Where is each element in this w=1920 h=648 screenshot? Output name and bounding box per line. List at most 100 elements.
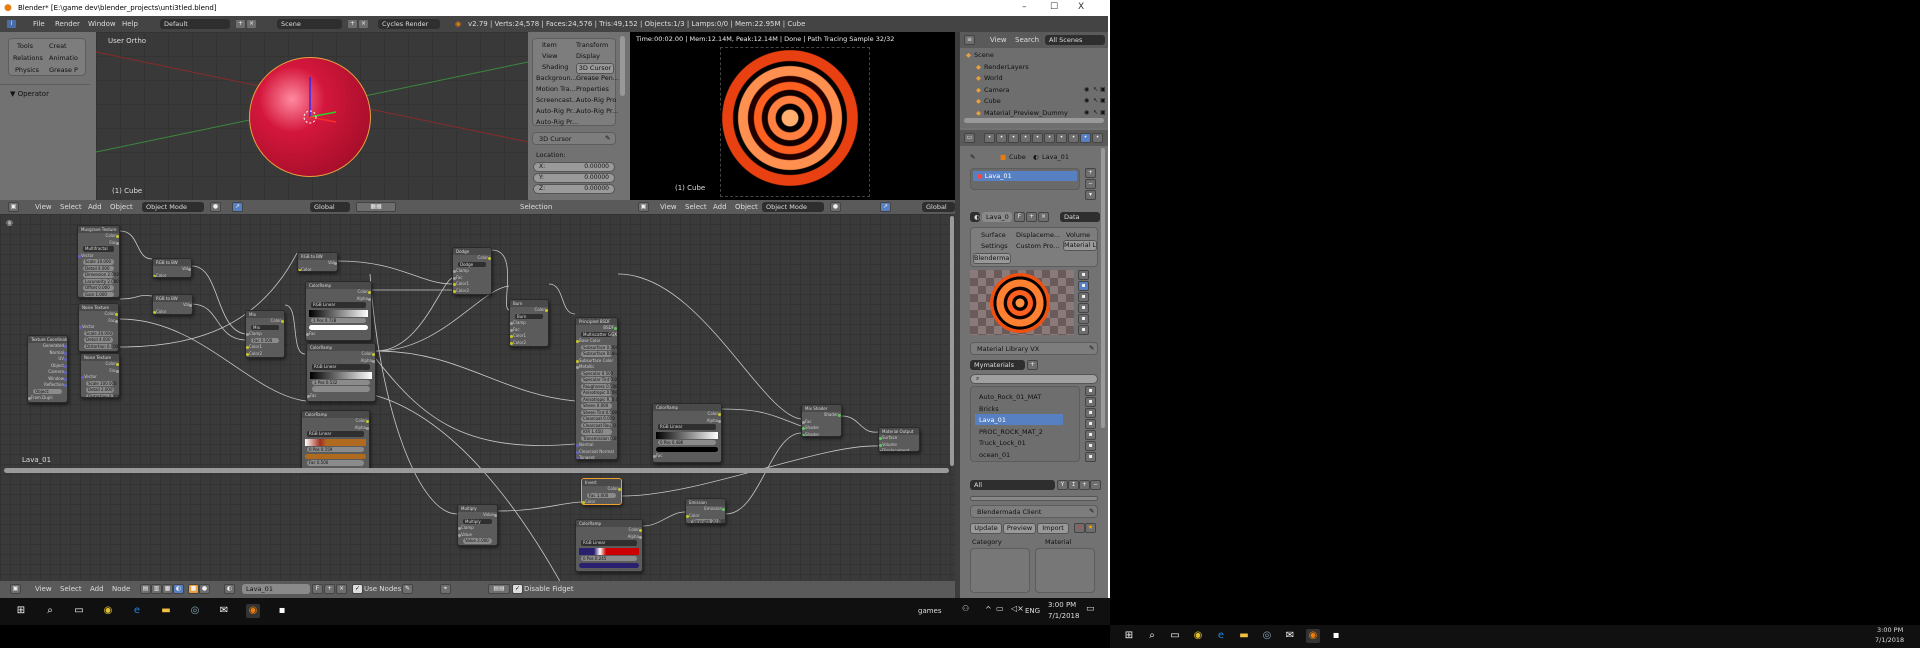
socket-dot[interactable] <box>802 427 805 430</box>
socket-dot[interactable] <box>246 333 249 336</box>
category-list[interactable] <box>970 548 1030 593</box>
material-nodes-icon[interactable]: ◐ <box>173 584 184 594</box>
start-icon[interactable]: ⊞ <box>14 604 28 618</box>
render-tab-icon[interactable]: • <box>984 133 995 143</box>
node-socket-row[interactable]: RGB Linear <box>653 424 721 431</box>
preview-button[interactable]: Preview <box>1003 523 1036 534</box>
socket-dot[interactable] <box>306 333 309 336</box>
search-input[interactable]: ⌕ <box>970 374 1098 384</box>
socket-dot[interactable] <box>722 508 725 511</box>
add-slot-icon[interactable]: + <box>1085 168 1096 178</box>
node-socket-row[interactable]: Distortion 0.000 <box>79 343 118 351</box>
use-nodes-checkbox[interactable]: ✓ <box>352 584 363 594</box>
tab-relations[interactable]: Relations <box>13 54 43 62</box>
visibility-eye-icon[interactable]: ◉ <box>1084 109 1089 116</box>
search-icon[interactable]: ⌕ <box>43 604 57 618</box>
socket-dot[interactable] <box>494 514 497 517</box>
menu-object[interactable]: Object <box>110 203 133 211</box>
menu-object[interactable]: Object <box>735 203 758 211</box>
library-select[interactable]: Mymaterials <box>970 360 1025 370</box>
socket-dot[interactable] <box>510 328 513 332</box>
material-list-item[interactable]: PROC_ROCK_MAT_2 <box>975 426 1063 437</box>
color-ramp-gradient[interactable] <box>305 438 366 446</box>
blender-icon[interactable]: ◉ <box>246 604 260 618</box>
render-icon[interactable]: ▣ <box>1100 109 1106 116</box>
node-rgb-to-bw[interactable]: RGB to BW Val Color <box>297 252 338 272</box>
outliner-item[interactable]: ◆ Cube <box>976 97 1001 105</box>
clock-date[interactable]: 7/1/2018 <box>1048 612 1079 620</box>
fake-user-button[interactable]: F <box>312 584 323 594</box>
editor-type-icon[interactable]: ▭ <box>964 133 975 143</box>
tab-displacement[interactable]: Displaceme... <box>1016 231 1060 239</box>
socket-dot[interactable] <box>576 444 579 447</box>
material-icon[interactable]: ▪ <box>1085 419 1096 429</box>
material-list-blendermada[interactable] <box>1035 548 1095 593</box>
material-field[interactable]: Lava_01 <box>242 584 310 594</box>
add-layout-icon[interactable]: + <box>235 19 246 29</box>
node-editor[interactable]: Musgrave Texture Color Fac Multifractal Vect… <box>0 214 955 581</box>
editor-type-icon[interactable]: ≡ <box>964 35 975 45</box>
remove-icon[interactable]: ▪ <box>1085 397 1096 407</box>
world-icon[interactable]: ● <box>199 584 210 594</box>
tab-create[interactable]: Creat <box>49 42 67 50</box>
node-mix-shader[interactable]: Mix Shader Shader Fac Shader Shader <box>801 404 842 437</box>
backdrop-icon[interactable]: ✎ <box>402 584 413 594</box>
clock-time[interactable]: 3:00 PM <box>1877 626 1903 634</box>
socket-dot[interactable] <box>366 420 369 423</box>
socket-dot[interactable] <box>510 335 513 338</box>
socket-dot[interactable] <box>153 274 156 277</box>
toolbar-label[interactable]: games <box>918 607 942 615</box>
socket-dot[interactable] <box>366 426 369 430</box>
node-mix[interactable]: Mix Color Mix Clamp Fac 0.500 Color1 Color2 <box>245 310 285 358</box>
socket-dot[interactable] <box>453 276 456 280</box>
select-arrow-icon[interactable]: ↖ <box>1093 97 1098 104</box>
orientation-select[interactable]: Global <box>310 202 350 212</box>
node-socket-row[interactable]: 0 Pos 0.245 <box>576 555 642 563</box>
add-icon[interactable]: + <box>1079 480 1090 490</box>
cursor-panel-header[interactable]: 3D Cursor ✎ <box>532 132 616 145</box>
socket-dot[interactable] <box>718 413 721 416</box>
manipulator-icon[interactable]: ↗ <box>232 202 243 212</box>
node-socket-row[interactable]: 1 Pos 0.728 <box>306 317 371 325</box>
n-panel-scrollbar[interactable] <box>620 36 625 96</box>
menu-node[interactable]: Node <box>112 585 130 593</box>
manipulator-icon[interactable]: ↗ <box>880 202 891 212</box>
node-colorramp[interactable]: ColorRamp Color Alpha RGB Linear 0 Pos 0.486… <box>652 403 722 463</box>
people-icon[interactable]: ⚇ <box>962 604 969 613</box>
socket-dot[interactable] <box>116 369 119 373</box>
node-multiply[interactable]: Multiply Value Multiply Clamp Value Value 2.0… <box>457 504 498 546</box>
outliner-scrollbar[interactable] <box>964 118 1104 123</box>
socket-dot[interactable] <box>307 394 310 398</box>
socket-dot[interactable] <box>802 420 805 424</box>
n-panel-tab[interactable]: Auto-Rig Pr... <box>576 107 618 115</box>
n-panel-tab[interactable]: Item <box>542 41 557 49</box>
node-socket-row[interactable]: Distortion 0.000 <box>81 393 119 397</box>
close-button[interactable]: X <box>1078 2 1084 12</box>
socket-dot[interactable] <box>879 443 882 447</box>
socket-dot[interactable] <box>618 488 621 491</box>
import-button[interactable]: Import <box>1037 523 1069 534</box>
browse-material-icon[interactable]: ◐ <box>224 584 235 594</box>
unlink-material-icon[interactable]: × <box>336 584 347 594</box>
properties-scrollbar[interactable] <box>1101 148 1105 428</box>
menu-add[interactable]: Add <box>713 203 727 211</box>
material-name-field[interactable]: Lava_0 <box>982 212 1012 222</box>
node-socket-row[interactable]: RGB Linear <box>302 431 369 438</box>
tab-custom-properties[interactable]: Custom Pro... <box>1016 242 1059 250</box>
socket-dot[interactable] <box>64 371 67 374</box>
socket-dot[interactable] <box>582 501 585 504</box>
n-panel-tab[interactable]: Shading <box>542 63 568 71</box>
menu-view[interactable]: View <box>35 203 52 211</box>
n-panel-tab[interactable]: Auto-Rig Pr... <box>536 118 578 126</box>
node-socket-row[interactable]: 0 Pos 0.486 <box>653 439 721 447</box>
star-icon[interactable]: ★ <box>1085 523 1096 533</box>
socket-dot[interactable] <box>64 377 67 381</box>
blender-icon[interactable]: ◉ <box>1306 629 1320 643</box>
sort-icon[interactable]: ↥ <box>1068 480 1079 490</box>
shading-icon[interactable]: ● <box>210 202 221 212</box>
add-library-icon[interactable]: + <box>1027 360 1038 370</box>
visibility-eye-icon[interactable]: ◉ <box>1084 86 1089 93</box>
socket-dot[interactable] <box>458 527 461 530</box>
color-ramp-gradient[interactable] <box>656 431 718 439</box>
edge-icon[interactable]: e <box>130 604 144 618</box>
